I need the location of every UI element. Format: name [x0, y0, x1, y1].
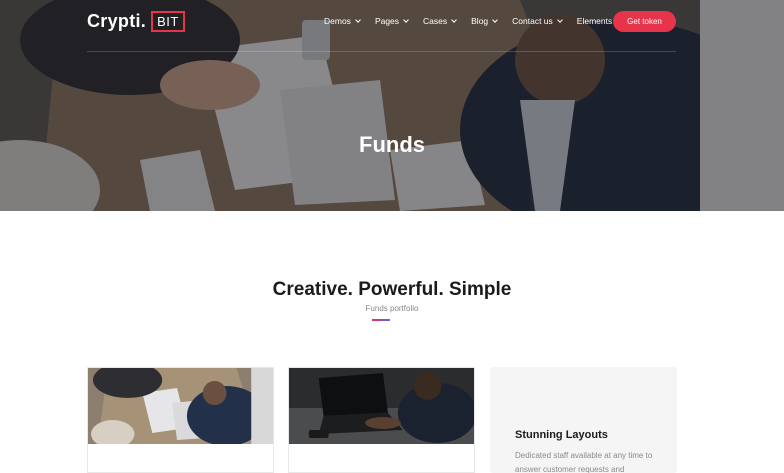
laptop-photo	[289, 368, 474, 444]
hero-banner: Crypti. BIT Demos Pages Cases Blog Conta…	[0, 0, 784, 211]
feature-description: Dedicated staff available at any time to…	[515, 451, 653, 473]
brand-name: Crypti.	[87, 10, 147, 31]
menu-item-label: Demos	[324, 16, 351, 26]
menu-item-label: Cases	[423, 16, 448, 26]
chevron-down-icon	[556, 16, 563, 23]
menu-item-cases[interactable]: Cases	[423, 14, 457, 28]
menu-item-label: Elements	[576, 16, 613, 26]
portfolio-card[interactable]	[288, 367, 475, 473]
chevron-down-icon	[355, 16, 361, 23]
section-subtitle: Funds portfolio	[365, 304, 419, 313]
navbar-divider	[87, 51, 676, 52]
chevron-down-icon	[492, 16, 498, 23]
chevron-down-icon	[451, 16, 457, 23]
menu-item-label: Blog	[471, 16, 489, 26]
brand-logo[interactable]: Crypti. BIT	[87, 10, 185, 32]
chevron-down-icon	[403, 16, 409, 23]
section-underline	[372, 319, 390, 321]
main-menu: Demos Pages Cases Blog Contact us Elemen…	[324, 14, 623, 28]
meeting-photo	[88, 368, 273, 444]
menu-item-blog[interactable]: Blog	[471, 14, 498, 28]
menu-item-pages[interactable]: Pages	[374, 14, 409, 28]
feature-title: Stunning Layouts	[515, 429, 608, 441]
top-navbar: Crypti. BIT Demos Pages Cases Blog Conta…	[0, 0, 784, 52]
menu-item-label: Pages	[374, 16, 400, 26]
menu-item-label: Contact us	[512, 16, 553, 26]
feature-card: Stunning Layouts Dedicated staff availab…	[490, 367, 677, 473]
section-title: Creative. Powerful. Simple	[272, 279, 512, 300]
portfolio-card[interactable]	[87, 367, 274, 473]
get-token-button[interactable]: Get token	[613, 11, 676, 32]
menu-item-demos[interactable]: Demos	[324, 14, 361, 28]
menu-item-contact-us[interactable]: Contact us	[512, 14, 563, 28]
brand-badge: BIT	[151, 10, 185, 32]
page-title: Funds	[359, 132, 425, 157]
